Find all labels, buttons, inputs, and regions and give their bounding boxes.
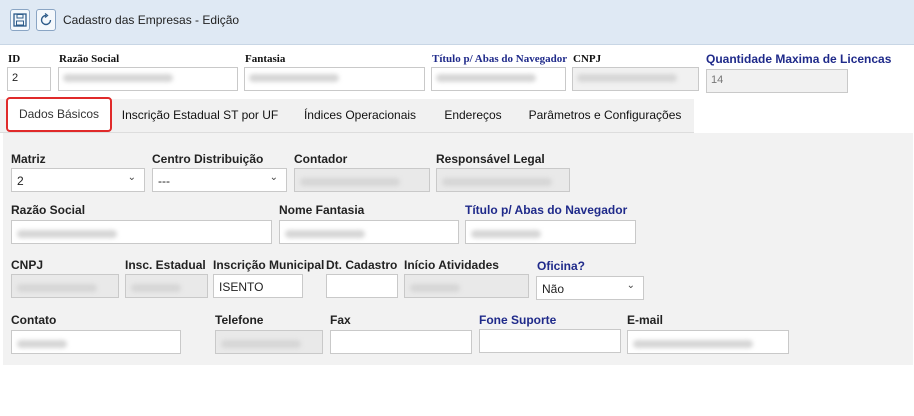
matriz-select[interactable]: 2 ⌄: [11, 168, 145, 192]
centro-distribuicao-select[interactable]: --- ⌄: [152, 168, 287, 192]
razao-social-input[interactable]: [11, 220, 272, 244]
titulo-abas-field[interactable]: [431, 67, 566, 91]
nome-fantasia-label: Nome Fantasia: [279, 203, 365, 217]
title-bar: Cadastro das Empresas - Edição: [0, 0, 914, 45]
chevron-down-icon: ⌄: [269, 172, 278, 183]
oficina-select[interactable]: Não ⌄: [536, 276, 644, 300]
responsavel-legal-field[interactable]: [436, 168, 570, 192]
contato-label: Contato: [11, 313, 57, 327]
contador-field[interactable]: [294, 168, 430, 192]
telefone-label: Telefone: [215, 313, 264, 327]
fantasia-label: Fantasia: [245, 53, 286, 65]
save-button[interactable]: [10, 9, 30, 31]
fone-suporte-label: Fone Suporte: [479, 313, 557, 327]
licencas-field[interactable]: 14: [706, 69, 848, 93]
tabs-bar: Dados Básicos Inscrição Estadual ST por …: [0, 97, 694, 133]
inicio-atividades-input[interactable]: [404, 274, 529, 298]
cnpj-field[interactable]: [572, 67, 699, 91]
fantasia-field[interactable]: [244, 67, 425, 91]
tab-inscricao-estadual-st[interactable]: Inscrição Estadual ST por UF: [114, 99, 286, 132]
email-input[interactable]: [627, 330, 789, 354]
id-field[interactable]: 2: [7, 67, 51, 91]
contato-input[interactable]: [11, 330, 181, 354]
chevron-down-icon: ⌄: [127, 172, 136, 183]
oficina-value: Não: [542, 282, 565, 296]
cnpj-input[interactable]: [11, 274, 119, 298]
tab-indices-operacionais[interactable]: Índices Operacionais: [292, 99, 428, 132]
inscricao-municipal-label: Inscrição Municipal: [213, 258, 325, 272]
dt-cadastro-input[interactable]: [326, 274, 398, 298]
nome-fantasia-input[interactable]: [279, 220, 459, 244]
tab-parametros-configuracoes[interactable]: Parâmetros e Configurações: [518, 99, 692, 132]
email-label: E-mail: [627, 313, 664, 327]
fax-input[interactable]: [330, 330, 472, 354]
centro-distribuicao-label: Centro Distribuição: [152, 152, 264, 166]
insc-estadual-input[interactable]: [125, 274, 208, 298]
save-icon: [13, 13, 27, 27]
refresh-icon: [40, 13, 52, 26]
dt-cadastro-label: Dt. Cadastro: [326, 258, 398, 272]
telefone-input[interactable]: [215, 330, 323, 354]
titulo-abas-input[interactable]: [465, 220, 636, 244]
dados-basicos-panel: Matriz 2 ⌄ Centro Distribuição --- ⌄ Con…: [3, 133, 913, 365]
insc-estadual-label: Insc. Estadual: [125, 258, 206, 272]
id-label: ID: [8, 53, 21, 65]
tab-enderecos[interactable]: Endereços: [432, 99, 514, 132]
matriz-value: 2: [17, 174, 24, 188]
fone-suporte-input[interactable]: [479, 329, 621, 353]
chevron-down-icon: ⌄: [626, 280, 635, 291]
inicio-atividades-label: Início Atividades: [404, 258, 499, 272]
razao-social-label: Razão Social: [59, 53, 120, 65]
titulo-abas-label: Título p/ Abas do Navegador: [432, 53, 568, 65]
inscricao-municipal-input[interactable]: ISENTO: [213, 274, 303, 298]
cnpj-label: CNPJ: [573, 53, 602, 65]
page-title: Cadastro das Empresas - Edição: [63, 13, 240, 27]
matriz-label: Matriz: [11, 152, 46, 166]
razao-social-label-2: Razão Social: [11, 203, 86, 217]
razao-social-field[interactable]: [58, 67, 238, 91]
responsavel-legal-label: Responsável Legal: [436, 152, 545, 166]
refresh-button[interactable]: [36, 9, 56, 31]
centro-distribuicao-value: ---: [158, 174, 170, 188]
oficina-label: Oficina?: [537, 259, 586, 273]
cnpj-label-2: CNPJ: [11, 258, 44, 272]
licencas-label: Quantidade Maxima de Licencas: [706, 52, 892, 66]
contador-label: Contador: [294, 152, 348, 166]
titulo-abas-label-2: Título p/ Abas do Navegador: [465, 203, 628, 217]
tab-dados-basicos[interactable]: Dados Básicos: [6, 97, 112, 132]
fax-label: Fax: [330, 313, 351, 327]
